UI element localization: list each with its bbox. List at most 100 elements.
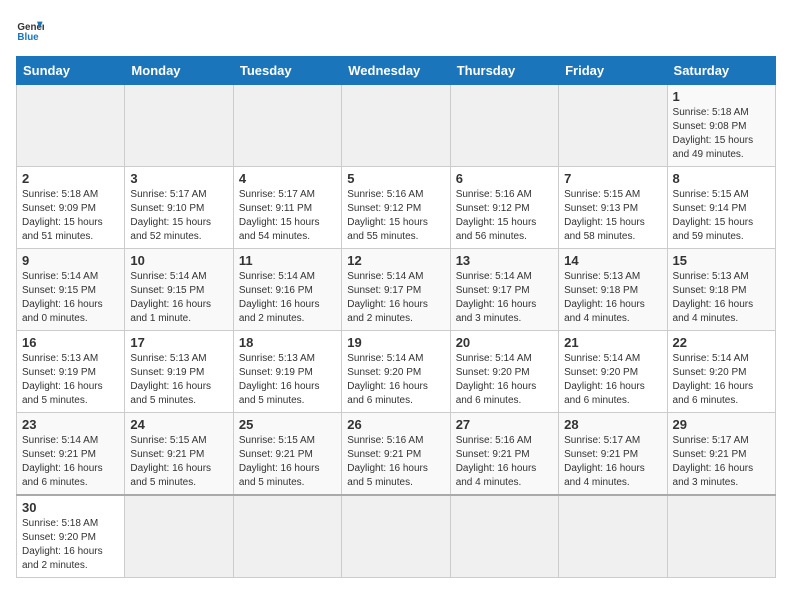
calendar-cell: 2 Sunrise: 5:18 AM Sunset: 9:09 PM Daylig… (17, 167, 125, 249)
calendar-cell: 15Sunrise: 5:13 AM Sunset: 9:18 PM Dayli… (667, 249, 775, 331)
calendar-cell: 4Sunrise: 5:17 AM Sunset: 9:11 PM Daylig… (233, 167, 341, 249)
day-number: 5 (347, 171, 444, 186)
day-info: Sunrise: 5:18 AM Sunset: 9:09 PM Dayligh… (22, 188, 119, 244)
day-info: Sunrise: 5:18 AM Sunset: 9:20 PM Dayligh… (22, 517, 119, 573)
day-info: Sunrise: 5:14 AM Sunset: 9:20 PM Dayligh… (564, 352, 661, 408)
weekday-header-monday: Monday (125, 57, 233, 85)
day-number: 26 (347, 417, 444, 432)
calendar-cell (233, 495, 341, 578)
weekday-header-row: SundayMondayTuesdayWednesdayThursdayFrid… (17, 57, 776, 85)
day-info: Sunrise: 5:13 AM Sunset: 9:19 PM Dayligh… (239, 352, 336, 408)
calendar-cell: 26 Sunrise: 5:16 AM Sunset: 9:21 PM Dayli… (342, 413, 450, 496)
calendar-cell: 9 Sunrise: 5:14 AM Sunset: 9:15 PM Daylig… (17, 249, 125, 331)
calendar-cell: 14 Sunrise: 5:13 AM Sunset: 9:18 PM Dayli… (559, 249, 667, 331)
day-number: 1 (673, 89, 770, 104)
day-number: 3 (130, 171, 227, 186)
day-info: Sunrise: 5:14 AM Sunset: 9:15 PM Dayligh… (130, 270, 227, 326)
calendar-cell: 13 Sunrise: 5:14 AM Sunset: 9:17 PM Dayli… (450, 249, 558, 331)
day-info: Sunrise: 5:13 AM Sunset: 9:19 PM Dayligh… (22, 352, 119, 408)
calendar-cell: 24 Sunrise: 5:15 AM Sunset: 9:21 PM Dayli… (125, 413, 233, 496)
calendar-cell (342, 495, 450, 578)
day-info: Sunrise: 5:14 AM Sunset: 9:15 PM Dayligh… (22, 270, 119, 326)
calendar-table: SundayMondayTuesdayWednesdayThursdayFrid… (16, 56, 776, 578)
week-row-5: 23 Sunrise: 5:14 AM Sunset: 9:21 PM Dayli… (17, 413, 776, 496)
calendar-cell: 21Sunrise: 5:14 AM Sunset: 9:20 PM Dayli… (559, 331, 667, 413)
calendar-cell: 5 Sunrise: 5:16 AM Sunset: 9:12 PM Daylig… (342, 167, 450, 249)
day-number: 4 (239, 171, 336, 186)
day-info: Sunrise: 5:17 AM Sunset: 9:21 PM Dayligh… (673, 434, 770, 490)
calendar-cell: 20 Sunrise: 5:14 AM Sunset: 9:20 PM Dayli… (450, 331, 558, 413)
day-number: 12 (347, 253, 444, 268)
day-info: Sunrise: 5:15 AM Sunset: 9:21 PM Dayligh… (130, 434, 227, 490)
week-row-2: 2 Sunrise: 5:18 AM Sunset: 9:09 PM Daylig… (17, 167, 776, 249)
day-info: Sunrise: 5:13 AM Sunset: 9:18 PM Dayligh… (564, 270, 661, 326)
day-number: 9 (22, 253, 119, 268)
calendar-cell: 17 Sunrise: 5:13 AM Sunset: 9:19 PM Dayli… (125, 331, 233, 413)
calendar-cell (559, 85, 667, 167)
calendar-cell (125, 85, 233, 167)
day-info: Sunrise: 5:17 AM Sunset: 9:10 PM Dayligh… (130, 188, 227, 244)
day-info: Sunrise: 5:15 AM Sunset: 9:13 PM Dayligh… (564, 188, 661, 244)
day-number: 30 (22, 500, 119, 515)
day-info: Sunrise: 5:14 AM Sunset: 9:17 PM Dayligh… (456, 270, 553, 326)
day-number: 16 (22, 335, 119, 350)
calendar-cell: 16 Sunrise: 5:13 AM Sunset: 9:19 PM Dayli… (17, 331, 125, 413)
day-number: 22 (673, 335, 770, 350)
calendar-cell (17, 85, 125, 167)
day-info: Sunrise: 5:14 AM Sunset: 9:16 PM Dayligh… (239, 270, 336, 326)
calendar-cell (125, 495, 233, 578)
day-info: Sunrise: 5:13 AM Sunset: 9:18 PM Dayligh… (673, 270, 770, 326)
calendar-cell: 1 Sunrise: 5:18 AM Sunset: 9:08 PM Daylig… (667, 85, 775, 167)
day-info: Sunrise: 5:14 AM Sunset: 9:20 PM Dayligh… (347, 352, 444, 408)
day-number: 13 (456, 253, 553, 268)
calendar-cell: 7 Sunrise: 5:15 AM Sunset: 9:13 PM Daylig… (559, 167, 667, 249)
weekday-header-wednesday: Wednesday (342, 57, 450, 85)
day-info: Sunrise: 5:16 AM Sunset: 9:12 PM Dayligh… (456, 188, 553, 244)
day-info: Sunrise: 5:16 AM Sunset: 9:21 PM Dayligh… (456, 434, 553, 490)
calendar-cell: 28 Sunrise: 5:17 AM Sunset: 9:21 PM Dayli… (559, 413, 667, 496)
calendar-cell: 19 Sunrise: 5:14 AM Sunset: 9:20 PM Dayli… (342, 331, 450, 413)
day-info: Sunrise: 5:15 AM Sunset: 9:21 PM Dayligh… (239, 434, 336, 490)
weekday-header-saturday: Saturday (667, 57, 775, 85)
day-info: Sunrise: 5:14 AM Sunset: 9:21 PM Dayligh… (22, 434, 119, 490)
logo-icon: General Blue (16, 16, 44, 44)
calendar-cell: 8Sunrise: 5:15 AM Sunset: 9:14 PM Daylig… (667, 167, 775, 249)
day-info: Sunrise: 5:17 AM Sunset: 9:21 PM Dayligh… (564, 434, 661, 490)
calendar-cell: 29Sunrise: 5:17 AM Sunset: 9:21 PM Dayli… (667, 413, 775, 496)
day-info: Sunrise: 5:16 AM Sunset: 9:21 PM Dayligh… (347, 434, 444, 490)
logo: General Blue (16, 16, 48, 44)
weekday-header-friday: Friday (559, 57, 667, 85)
day-number: 14 (564, 253, 661, 268)
day-number: 6 (456, 171, 553, 186)
day-number: 17 (130, 335, 227, 350)
week-row-4: 16 Sunrise: 5:13 AM Sunset: 9:19 PM Dayli… (17, 331, 776, 413)
header: General Blue (16, 16, 776, 44)
calendar-cell: 27 Sunrise: 5:16 AM Sunset: 9:21 PM Dayli… (450, 413, 558, 496)
day-number: 19 (347, 335, 444, 350)
week-row-3: 9 Sunrise: 5:14 AM Sunset: 9:15 PM Daylig… (17, 249, 776, 331)
day-number: 11 (239, 253, 336, 268)
calendar-cell: 6 Sunrise: 5:16 AM Sunset: 9:12 PM Daylig… (450, 167, 558, 249)
day-info: Sunrise: 5:16 AM Sunset: 9:12 PM Dayligh… (347, 188, 444, 244)
day-info: Sunrise: 5:14 AM Sunset: 9:20 PM Dayligh… (456, 352, 553, 408)
calendar-cell: 23 Sunrise: 5:14 AM Sunset: 9:21 PM Dayli… (17, 413, 125, 496)
week-row-6: 30 Sunrise: 5:18 AM Sunset: 9:20 PM Dayli… (17, 495, 776, 578)
day-number: 7 (564, 171, 661, 186)
day-number: 2 (22, 171, 119, 186)
day-info: Sunrise: 5:18 AM Sunset: 9:08 PM Dayligh… (673, 106, 770, 162)
day-info: Sunrise: 5:14 AM Sunset: 9:17 PM Dayligh… (347, 270, 444, 326)
day-number: 23 (22, 417, 119, 432)
calendar-cell (342, 85, 450, 167)
svg-text:Blue: Blue (17, 32, 39, 43)
calendar-cell (559, 495, 667, 578)
calendar-cell: 10Sunrise: 5:14 AM Sunset: 9:15 PM Dayli… (125, 249, 233, 331)
day-number: 27 (456, 417, 553, 432)
calendar-cell: 18Sunrise: 5:13 AM Sunset: 9:19 PM Dayli… (233, 331, 341, 413)
day-number: 24 (130, 417, 227, 432)
calendar-cell: 3 Sunrise: 5:17 AM Sunset: 9:10 PM Daylig… (125, 167, 233, 249)
weekday-header-sunday: Sunday (17, 57, 125, 85)
day-number: 28 (564, 417, 661, 432)
day-number: 20 (456, 335, 553, 350)
calendar-cell (667, 495, 775, 578)
day-info: Sunrise: 5:13 AM Sunset: 9:19 PM Dayligh… (130, 352, 227, 408)
